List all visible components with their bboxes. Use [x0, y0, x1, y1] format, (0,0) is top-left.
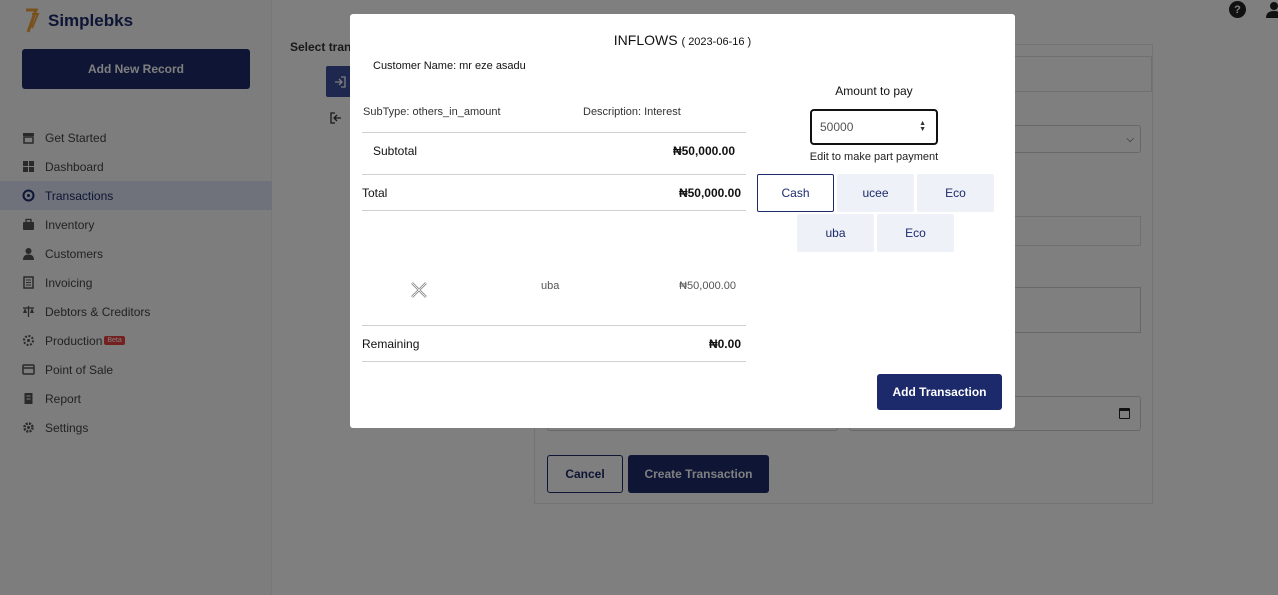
- customer-name-key: Customer Name:: [373, 60, 457, 72]
- modal-title-text: INFLOWS: [613, 32, 678, 48]
- amount-to-pay-input[interactable]: 50000 ▲ ▼: [810, 109, 938, 145]
- subtotal-value: ₦50,000.00: [672, 144, 735, 158]
- divider: [362, 361, 746, 362]
- account-button-ucee[interactable]: ucee: [837, 174, 914, 212]
- account-button-uba[interactable]: uba: [797, 214, 874, 252]
- description-info: Description: Interest: [583, 106, 681, 118]
- description-key: Description:: [583, 106, 642, 118]
- number-spinner-icon[interactable]: ▲ ▼: [919, 120, 926, 133]
- payment-account: uba: [541, 280, 560, 292]
- inflows-modal: INFLOWS ( 2023-06-16 ) Customer Name: mr …: [350, 14, 1015, 428]
- divider: [362, 325, 746, 326]
- payment-amount: ₦50,000.00: [679, 280, 736, 292]
- subtype-value: others_in_amount: [412, 106, 501, 118]
- amount-hint: Edit to make part payment: [809, 151, 939, 163]
- total-label: Total: [362, 186, 388, 200]
- account-button-eco[interactable]: Eco: [917, 174, 994, 212]
- remove-payment-icon[interactable]: [409, 280, 429, 300]
- total-value: ₦50,000.00: [678, 186, 741, 200]
- modal-title: INFLOWS ( 2023-06-16 ): [350, 32, 1015, 48]
- amount-to-pay-label: Amount to pay: [835, 84, 913, 98]
- description-value: Interest: [644, 106, 681, 118]
- divider: [362, 132, 746, 133]
- subtype-info: SubType: others_in_amount: [363, 106, 501, 118]
- account-button-eco-2[interactable]: Eco: [877, 214, 954, 252]
- remaining-value: ₦0.00: [708, 337, 741, 351]
- divider: [362, 210, 746, 211]
- amount-value: 50000: [820, 120, 854, 134]
- customer-name-value: mr eze asadu: [459, 60, 526, 72]
- customer-name: Customer Name: mr eze asadu: [373, 60, 526, 72]
- account-button-cash[interactable]: Cash: [757, 174, 834, 212]
- remaining-label: Remaining: [362, 337, 420, 351]
- add-transaction-button[interactable]: Add Transaction: [877, 374, 1002, 410]
- modal-date: ( 2023-06-16 ): [681, 36, 752, 48]
- subtype-key: SubType:: [363, 106, 410, 118]
- subtotal-label: Subtotal: [373, 144, 418, 158]
- divider: [362, 174, 746, 175]
